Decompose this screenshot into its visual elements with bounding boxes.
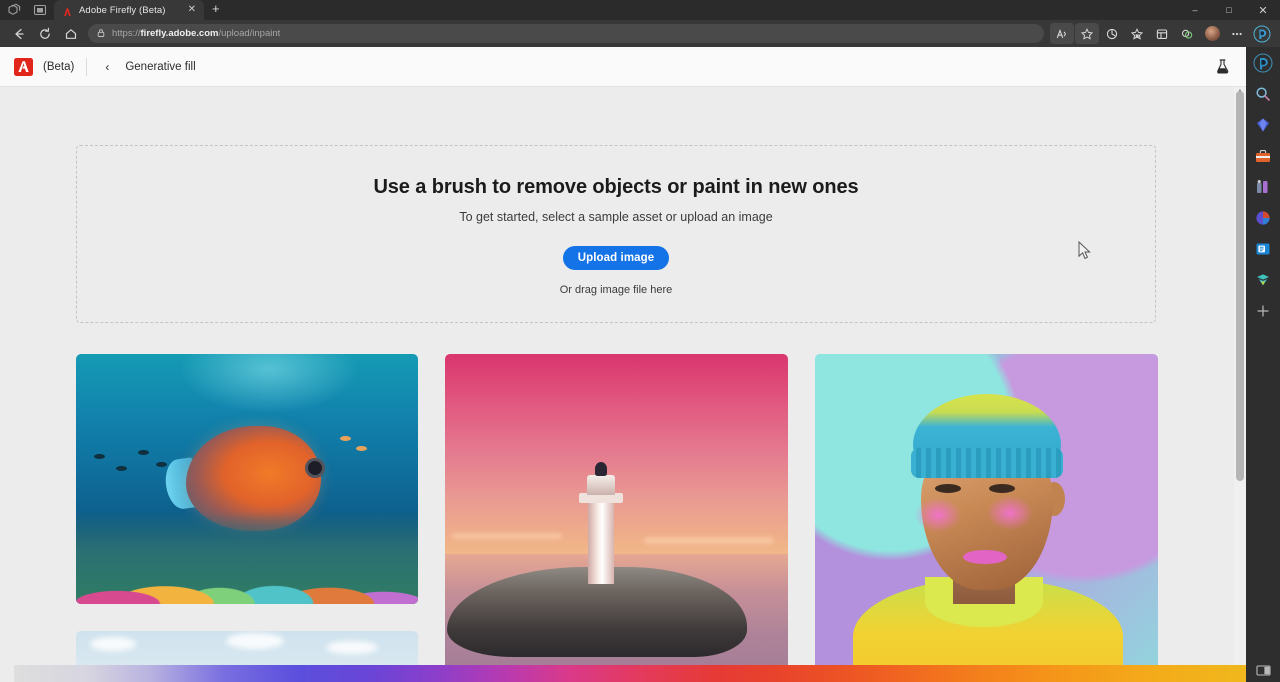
- browser-titlebar: Adobe Firefly (Beta) ✕ + – □ ✕: [0, 0, 1280, 20]
- breadcrumb: Generative fill: [125, 61, 195, 73]
- games-icon[interactable]: [1253, 177, 1273, 197]
- browser-tab-firefly[interactable]: Adobe Firefly (Beta) ✕: [54, 0, 204, 20]
- profile-avatar[interactable]: [1200, 23, 1224, 44]
- header-divider: [86, 58, 87, 76]
- new-tab-button[interactable]: +: [204, 0, 228, 20]
- back-icon[interactable]: [6, 23, 32, 45]
- adobe-firefly-favicon: [62, 5, 73, 16]
- page-scrollbar[interactable]: ▲: [1234, 87, 1246, 682]
- sidebar-toggle-icon[interactable]: [1246, 658, 1280, 682]
- dropbox-icon[interactable]: [1253, 270, 1273, 290]
- collections-icon[interactable]: [1150, 23, 1174, 44]
- app-body: Use a brush to remove objects or paint i…: [0, 87, 1246, 682]
- firefly-app: (Beta) ‹ Generative fill Use a brush to …: [0, 47, 1246, 682]
- copilot-icon[interactable]: [1253, 53, 1273, 73]
- drag-hint-text: Or drag image file here: [560, 284, 673, 296]
- adobe-logo[interactable]: [14, 58, 33, 76]
- close-button[interactable]: ✕: [1246, 0, 1280, 20]
- settings-more-icon[interactable]: [1225, 23, 1249, 44]
- browser-navbar: https://firefly.adobe.com/upload/inpaint: [0, 20, 1280, 47]
- minimize-button[interactable]: –: [1178, 0, 1212, 20]
- address-bar[interactable]: https://firefly.adobe.com/upload/inpaint: [88, 24, 1044, 43]
- browser-essentials-icon[interactable]: [1100, 23, 1124, 44]
- app-header: (Beta) ‹ Generative fill: [0, 47, 1246, 87]
- extensions-icon[interactable]: [1175, 23, 1199, 44]
- edge-sidebar: [1246, 47, 1280, 682]
- copilot-icon[interactable]: [1250, 23, 1274, 44]
- outlook-icon[interactable]: [1253, 239, 1273, 259]
- window-controls: – □ ✕: [1178, 0, 1280, 20]
- beta-label: (Beta): [43, 61, 74, 73]
- flask-icon[interactable]: [1212, 57, 1232, 77]
- tab-strip: Adobe Firefly (Beta) ✕ +: [54, 0, 228, 20]
- firefly-gradient-band: [14, 665, 1246, 682]
- read-aloud-icon[interactable]: [1050, 23, 1074, 44]
- home-icon[interactable]: [58, 23, 84, 45]
- sample-asset-lighthouse-sunset[interactable]: [445, 354, 788, 682]
- refresh-icon[interactable]: [32, 23, 58, 45]
- scrollbar-thumb[interactable]: [1236, 91, 1244, 481]
- url-text: https://firefly.adobe.com/upload/inpaint: [112, 28, 280, 39]
- sample-asset-coral-reef-fish[interactable]: [76, 354, 418, 604]
- navbar-actions: [1050, 23, 1274, 44]
- lock-icon: [96, 28, 106, 40]
- page-subtitle: To get started, select a sample asset or…: [459, 210, 772, 224]
- favorites-icon[interactable]: [1125, 23, 1149, 44]
- upload-dropzone[interactable]: Use a brush to remove objects or paint i…: [76, 145, 1156, 323]
- search-icon[interactable]: [1253, 84, 1273, 104]
- workspaces-icon[interactable]: [6, 2, 22, 18]
- page-title: Use a brush to remove objects or paint i…: [373, 176, 858, 199]
- maximize-button[interactable]: □: [1212, 0, 1246, 20]
- shopping-gem-icon[interactable]: [1253, 115, 1273, 135]
- office-icon[interactable]: [1253, 208, 1273, 228]
- split-screen-icon[interactable]: [32, 2, 48, 18]
- back-chevron-icon[interactable]: ‹: [99, 60, 115, 74]
- tools-icon[interactable]: [1253, 146, 1273, 166]
- add-favorite-icon[interactable]: [1075, 23, 1099, 44]
- tab-title: Adobe Firefly (Beta): [79, 5, 180, 16]
- tab-close-icon[interactable]: ✕: [186, 5, 198, 15]
- upload-image-button[interactable]: Upload image: [563, 246, 670, 270]
- sample-asset-portrait-beanie[interactable]: [815, 354, 1158, 682]
- add-sidebar-icon[interactable]: [1253, 301, 1273, 321]
- browser-window: Adobe Firefly (Beta) ✕ + – □ ✕ https://f…: [0, 0, 1280, 682]
- sample-asset-gallery: [76, 354, 1156, 682]
